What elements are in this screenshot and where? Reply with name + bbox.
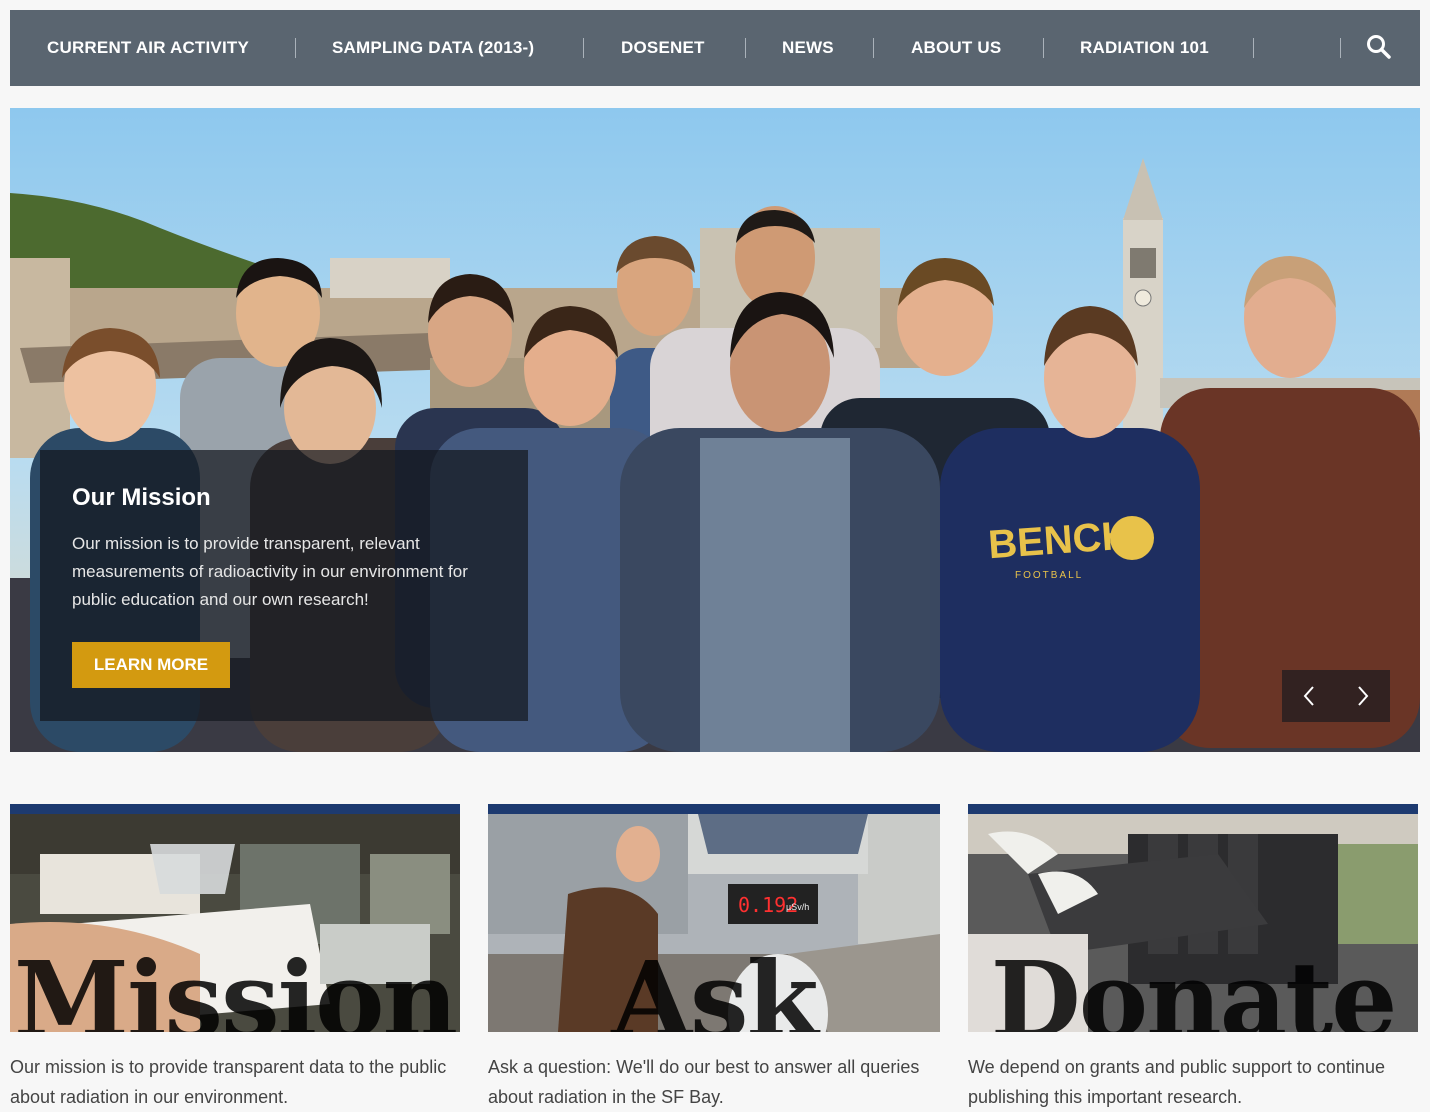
nav-separator (1340, 38, 1341, 58)
learn-more-button[interactable]: LEARN MORE (72, 642, 230, 688)
card-mission[interactable]: Mission Our mission is to provide transp… (10, 804, 460, 1112)
shirt-subtext: FOOTBALL (1015, 570, 1083, 581)
display-unit: µSv/h (786, 902, 809, 912)
nav-separator (873, 38, 874, 58)
card-description: Our mission is to provide transparent da… (10, 1057, 447, 1107)
nav-separator (745, 38, 746, 58)
slider-next-button[interactable] (1336, 670, 1390, 722)
nav-radiation-101[interactable]: RADIATION 101 (1080, 38, 1209, 58)
slider-prev-button[interactable] (1282, 670, 1336, 722)
nav-dosenet[interactable]: DOSENET (621, 38, 705, 58)
chevron-left-icon (1303, 686, 1314, 706)
card-overlay-title: Mission (13, 938, 458, 1033)
card-description: We depend on grants and public support t… (968, 1057, 1385, 1107)
nav-separator (1043, 38, 1044, 58)
nav-sampling-data[interactable]: SAMPLING DATA (2013-) (332, 38, 534, 58)
slide-caption: Our Mission Our mission is to provide tr… (40, 450, 528, 721)
nav-current-air-activity[interactable]: CURRENT AIR ACTIVITY (47, 38, 249, 58)
nav-news[interactable]: NEWS (782, 38, 834, 58)
card-overlay-title: Donate (990, 938, 1398, 1033)
slide-title: Our Mission (72, 484, 211, 511)
slide-description: Our mission is to provide transparent, r… (72, 534, 468, 609)
card-description: Ask a question: We'll do our best to ans… (488, 1057, 920, 1107)
slider-arrows (1282, 670, 1390, 722)
card-top-bar (968, 804, 1418, 814)
chevron-right-icon (1358, 686, 1369, 706)
search-icon[interactable] (1366, 34, 1392, 60)
nav-separator (295, 38, 296, 58)
card-top-bar (488, 804, 940, 814)
card-top-bar (10, 804, 460, 814)
card-image[interactable]: Donate (968, 814, 1418, 1032)
card-donate[interactable]: Donate We depend on grants and public su… (968, 804, 1418, 1112)
card-overlay-title: Ask (611, 938, 818, 1033)
card-image[interactable]: 0.192 µSv/h Ask (488, 814, 940, 1032)
nav-about-us[interactable]: ABOUT US (911, 38, 1001, 58)
top-navigation: CURRENT AIR ACTIVITY SAMPLING DATA (2013… (10, 10, 1420, 86)
nav-separator (1253, 38, 1254, 58)
hero-slider: BENCH FOOTBALL Our Mission Our mission i… (10, 108, 1420, 752)
card-image[interactable]: Mission (10, 814, 460, 1032)
card-ask[interactable]: 0.192 µSv/h Ask Ask a question: We'll do… (488, 804, 940, 1112)
nav-separator (583, 38, 584, 58)
